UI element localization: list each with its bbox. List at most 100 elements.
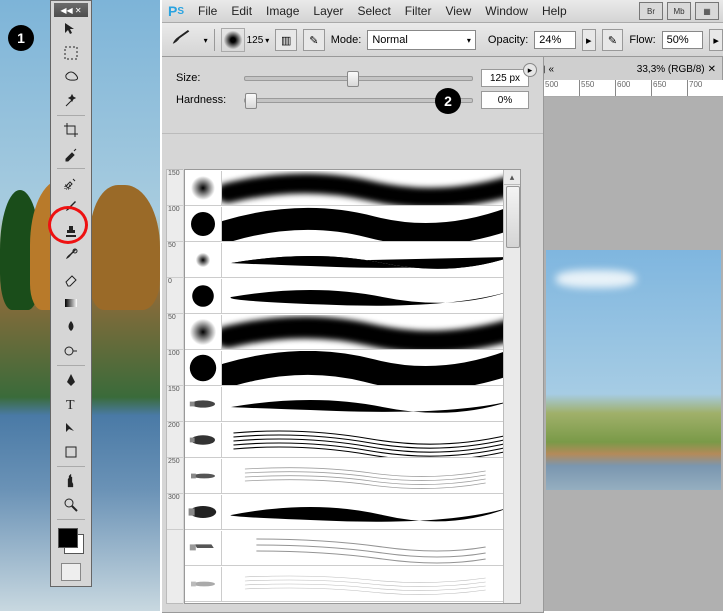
dodge-tool-icon[interactable] [59,340,83,362]
brush-list-item[interactable] [185,242,520,278]
menu-select[interactable]: Select [357,4,390,18]
brush-stroke-preview [222,495,520,529]
lasso-tool-icon[interactable] [59,66,83,88]
brush-preset-panel: ▸ Size: 125 px Hardness: 0% 150 100 50 0… [162,56,544,613]
brush-list-item[interactable] [185,494,520,530]
move-tool-icon[interactable] [59,18,83,40]
size-label: Size: [176,72,236,84]
tab-close-icon[interactable]: ✕ [708,64,716,75]
brush-tip-icon [185,459,222,493]
app-icon[interactable]: PS [168,3,184,19]
brush-stroke-preview [222,315,520,349]
palette-header[interactable]: ◀◀ ✕ [54,3,88,17]
brush-stroke-preview [222,459,520,493]
brush-size-label: 125 [247,35,264,46]
brush-preset-picker[interactable]: 125 ▾ [221,28,270,52]
brush-stroke-preview [222,531,520,565]
tab-collapse-icon[interactable]: « [548,64,554,75]
brush-tip-icon [185,315,222,349]
brush-tip-icon [185,279,222,313]
marquee-tool-icon[interactable] [59,42,83,64]
tablet-pressure-button[interactable]: ✎ [303,29,325,51]
hardness-value[interactable]: 0% [481,91,529,109]
brush-stroke-preview [222,351,520,385]
brush-list[interactable]: ▴ [184,169,521,604]
brush-list-item[interactable] [185,530,520,566]
eraser-tool-icon[interactable] [59,268,83,290]
color-swatch[interactable] [58,528,84,554]
annotation-badge-1: 1 [8,25,34,51]
healing-brush-tool-icon[interactable] [59,172,83,194]
arrange-button[interactable]: ▦ [695,2,719,20]
opacity-field[interactable]: 24% [534,31,576,49]
menu-file[interactable]: File [198,4,217,18]
minibridge-button[interactable]: Mb [667,2,691,20]
flow-field[interactable]: 50% [662,31,704,49]
separator [214,29,215,51]
shape-tool-icon[interactable] [59,441,83,463]
panel-flyout-icon[interactable]: ▸ [523,63,537,77]
slider-thumb[interactable] [245,93,257,109]
menu-bar: PS File Edit Image Layer Select Filter V… [162,0,723,23]
brush-list-item[interactable] [185,350,520,386]
brush-list-item[interactable] [185,278,520,314]
scroll-thumb[interactable] [506,186,520,248]
foreground-color[interactable] [58,528,78,548]
menu-layer[interactable]: Layer [313,4,343,18]
caret-icon: ▾ [467,36,471,45]
path-select-tool-icon[interactable] [59,417,83,439]
brush-stroke-preview [222,171,520,205]
history-brush-tool-icon[interactable] [59,244,83,266]
pen-tool-icon[interactable] [59,369,83,391]
brush-list-item[interactable] [185,566,520,602]
zoom-tool-icon[interactable] [59,494,83,516]
brush-tip-icon [185,207,222,241]
flow-flyout[interactable]: ▸ [709,29,723,51]
bridge-button[interactable]: Br [639,2,663,20]
menu-image[interactable]: Image [266,4,299,18]
separator [57,115,85,116]
menu-view[interactable]: View [445,4,471,18]
menu-help[interactable]: Help [542,4,567,18]
slider-thumb[interactable] [347,71,359,87]
document-area: 500 550 600 650 700 [542,80,723,611]
gradient-tool-icon[interactable] [59,292,83,314]
menu-filter[interactable]: Filter [405,4,432,18]
brush-list-item[interactable] [185,422,520,458]
tools-palette[interactable]: ◀◀ ✕ T [50,0,92,587]
canvas-image[interactable] [546,250,721,490]
opacity-flyout[interactable]: ▸ [582,29,596,51]
tutorial-left-column: ◀◀ ✕ T [0,0,160,611]
brush-list-item[interactable] [185,206,520,242]
pressure-opacity-button[interactable]: ✎ [602,29,624,51]
brush-stroke-preview [222,243,520,277]
brush-tip-icon [185,171,222,205]
caret-icon[interactable]: ▾ [204,36,208,45]
document-tab-title[interactable]: 33,3% (RGB/8) [557,64,705,75]
size-slider[interactable] [244,76,473,81]
brush-list-item[interactable] [185,170,520,206]
scrollbar[interactable]: ▴ [503,170,520,603]
brush-list-item[interactable] [185,386,520,422]
hand-tool-icon[interactable] [59,470,83,492]
crop-tool-icon[interactable] [59,119,83,141]
type-tool-icon[interactable]: T [59,393,83,415]
scroll-up-icon[interactable]: ▴ [504,170,520,185]
size-value[interactable]: 125 px [481,69,529,87]
brush-stroke-preview [222,567,520,601]
annotation-circle [48,206,88,244]
brush-list-item[interactable] [185,314,520,350]
brush-stroke-preview [222,423,520,457]
brush-panel-toggle[interactable]: ▥ [275,29,297,51]
brush-panel-header: ▸ Size: 125 px Hardness: 0% [162,57,543,134]
photo-tree [90,185,160,310]
wand-tool-icon[interactable] [59,90,83,112]
eyedropper-tool-icon[interactable] [59,143,83,165]
menu-window[interactable]: Window [485,4,528,18]
blur-tool-icon[interactable] [59,316,83,338]
blend-mode-dropdown[interactable]: Normal▾ [367,30,476,50]
quickmask-button[interactable] [61,563,81,581]
brush-list-item[interactable] [185,458,520,494]
menu-edit[interactable]: Edit [231,4,252,18]
tool-preset-icon[interactable] [170,30,198,50]
